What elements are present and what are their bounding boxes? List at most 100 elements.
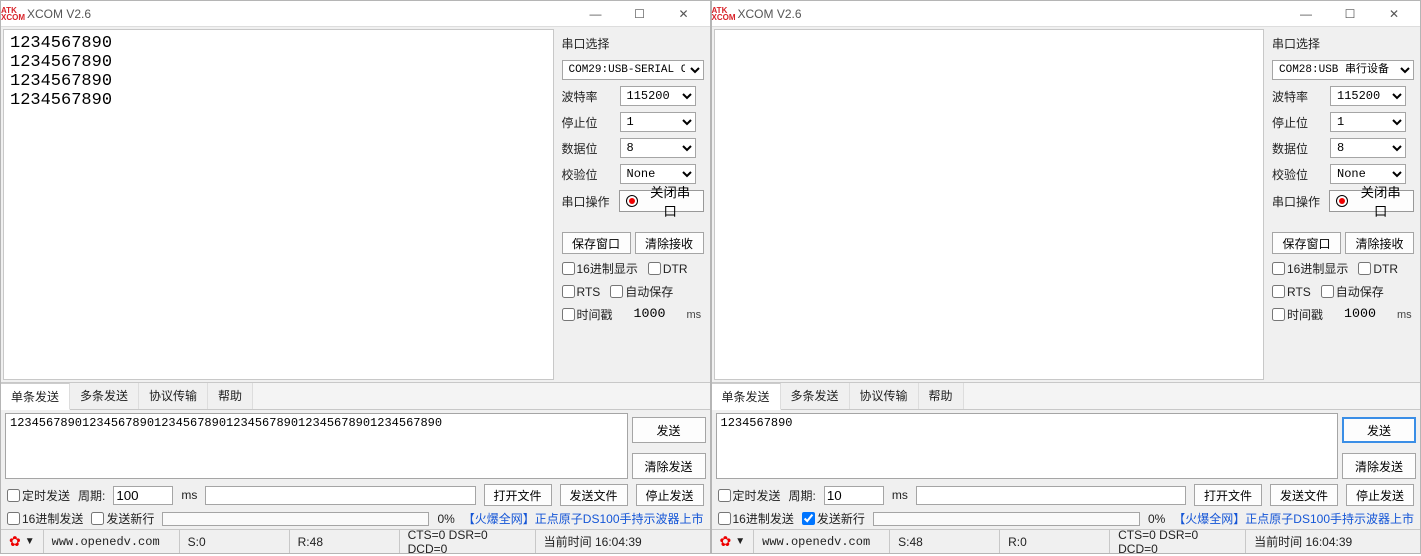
tab-single-send[interactable]: 单条发送	[712, 383, 781, 410]
dropdown-icon[interactable]: ▼	[735, 536, 745, 547]
clear-send-button[interactable]: 清除发送	[632, 453, 706, 479]
close-button[interactable]: ✕	[1372, 3, 1416, 25]
maximize-button[interactable]: ☐	[1328, 3, 1372, 25]
timestamp-checkbox[interactable]: 时间戳	[1272, 306, 1323, 323]
website-link[interactable]: www.openedv.com	[762, 535, 870, 549]
parity-select[interactable]: None	[620, 164, 696, 184]
tab-multi-send[interactable]: 多条发送	[70, 383, 139, 409]
dtr-checkbox[interactable]: DTR	[648, 262, 688, 276]
parity-select[interactable]: None	[1330, 164, 1406, 184]
close-button[interactable]: ✕	[662, 3, 706, 25]
serial-config-panel: 串口选择 COM29:USB-SERIAL CH34 波特率115200 停止位…	[556, 27, 710, 382]
status-received: R:0	[1000, 530, 1110, 553]
terminal-output[interactable]	[714, 29, 1265, 380]
terminal-output[interactable]: 1234567890 1234567890 1234567890 1234567…	[3, 29, 554, 380]
send-newline-checkbox[interactable]: 发送新行	[91, 510, 154, 527]
databits-select[interactable]: 8	[620, 138, 696, 158]
tab-multi-send[interactable]: 多条发送	[781, 383, 850, 409]
send-file-button[interactable]: 发送文件	[560, 484, 628, 506]
minimize-button[interactable]: —	[574, 3, 618, 25]
clear-receive-button[interactable]: 清除接收	[1345, 232, 1414, 254]
status-ctsdsr: CTS=0 DSR=0 DCD=0	[400, 530, 536, 553]
port-select[interactable]: COM29:USB-SERIAL CH34	[562, 60, 704, 80]
databits-select[interactable]: 8	[1330, 138, 1406, 158]
tab-protocol[interactable]: 协议传输	[139, 383, 208, 409]
window-title: XCOM V2.6	[27, 7, 574, 21]
tab-help[interactable]: 帮助	[208, 383, 253, 409]
port-op-label: 串口操作	[562, 193, 613, 210]
send-tabs: 单条发送 多条发送 协议传输 帮助	[712, 383, 1421, 410]
timed-send-checkbox[interactable]: 定时发送	[718, 487, 781, 504]
titlebar: ATKXCOM XCOM V2.6 — ☐ ✕	[1, 1, 710, 27]
timestamp-unit: ms	[687, 309, 702, 321]
baud-label: 波特率	[562, 88, 614, 105]
status-time: 当前时间 16:04:39	[1246, 530, 1420, 553]
rts-checkbox[interactable]: RTS	[562, 285, 601, 299]
timestamp-interval-input[interactable]	[623, 306, 677, 323]
progress-percent: 0%	[437, 512, 454, 526]
save-window-button[interactable]: 保存窗口	[1272, 232, 1341, 254]
parity-label: 校验位	[562, 166, 614, 183]
stop-send-button[interactable]: 停止发送	[636, 484, 704, 506]
status-received: R:48	[290, 530, 400, 553]
clear-send-button[interactable]: 清除发送	[1342, 453, 1416, 479]
file-path-input[interactable]	[916, 486, 1186, 505]
status-sent: S:48	[890, 530, 1000, 553]
status-ctsdsr: CTS=0 DSR=0 DCD=0	[1110, 530, 1246, 553]
timed-send-checkbox[interactable]: 定时发送	[7, 487, 70, 504]
send-file-button[interactable]: 发送文件	[1270, 484, 1338, 506]
port-select[interactable]: COM28:USB 串行设备	[1272, 60, 1414, 80]
toggle-port-button[interactable]: 关闭串口	[1329, 190, 1414, 212]
hex-display-checkbox[interactable]: 16进制显示	[562, 260, 638, 277]
hex-display-checkbox[interactable]: 16进制显示	[1272, 260, 1348, 277]
newline-cb-0	[91, 512, 104, 525]
timestamp-checkbox[interactable]: 时间戳	[562, 306, 613, 323]
stop-send-button[interactable]: 停止发送	[1346, 484, 1414, 506]
hex-send-checkbox[interactable]: 16进制发送	[718, 510, 794, 527]
autosave-checkbox[interactable]: 自动保存	[1321, 283, 1384, 300]
newline-cb-1	[802, 512, 815, 525]
toggle-port-button[interactable]: 关闭串口	[619, 190, 704, 212]
ad-link[interactable]: 【火爆全网】正点原子DS100手持示波器上市	[463, 510, 704, 527]
clear-receive-button[interactable]: 清除接收	[635, 232, 704, 254]
send-newline-checkbox[interactable]: 发送新行	[802, 510, 865, 527]
baud-select[interactable]: 115200	[620, 86, 696, 106]
minimize-button[interactable]: —	[1284, 3, 1328, 25]
stopbits-select[interactable]: 1	[1330, 112, 1406, 132]
dropdown-icon[interactable]: ▼	[25, 536, 35, 547]
website-link[interactable]: www.openedv.com	[52, 535, 160, 549]
send-input[interactable]: 1234567890123456789012345678901234567890…	[5, 413, 628, 479]
tab-protocol[interactable]: 协议传输	[850, 383, 919, 409]
open-file-button[interactable]: 打开文件	[1194, 484, 1262, 506]
port-op-label: 串口操作	[1272, 193, 1323, 210]
gear-icon[interactable]: ✿	[9, 533, 21, 550]
stopbits-label: 停止位	[562, 114, 614, 131]
stopbits-select[interactable]: 1	[620, 112, 696, 132]
stopbits-label: 停止位	[1272, 114, 1324, 131]
file-path-input[interactable]	[205, 486, 475, 505]
baud-select[interactable]: 115200	[1330, 86, 1406, 106]
period-input[interactable]	[824, 486, 884, 505]
save-window-button[interactable]: 保存窗口	[562, 232, 631, 254]
tab-help[interactable]: 帮助	[919, 383, 964, 409]
autosave-checkbox[interactable]: 自动保存	[610, 283, 673, 300]
toggle-port-label: 关闭串口	[644, 182, 697, 220]
rts-checkbox[interactable]: RTS	[1272, 285, 1311, 299]
period-unit: ms	[181, 488, 197, 502]
period-label: 周期:	[789, 487, 816, 504]
maximize-button[interactable]: ☐	[618, 3, 662, 25]
send-button[interactable]: 发送	[632, 417, 706, 443]
hex-send-checkbox[interactable]: 16进制发送	[7, 510, 83, 527]
send-input[interactable]: 1234567890	[716, 413, 1339, 479]
dtr-checkbox[interactable]: DTR	[1358, 262, 1398, 276]
send-button[interactable]: 发送	[1342, 417, 1416, 443]
ad-link[interactable]: 【火爆全网】正点原子DS100手持示波器上市	[1173, 510, 1414, 527]
timestamp-interval-input[interactable]	[1333, 306, 1387, 323]
timestamp-unit: ms	[1397, 309, 1412, 321]
period-input[interactable]	[113, 486, 173, 505]
status-time: 当前时间 16:04:39	[536, 530, 710, 553]
open-file-button[interactable]: 打开文件	[484, 484, 552, 506]
gear-icon[interactable]: ✿	[720, 533, 732, 550]
statusbar: ✿▼ www.openedv.com S:0 R:48 CTS=0 DSR=0 …	[1, 529, 710, 553]
tab-single-send[interactable]: 单条发送	[1, 383, 70, 410]
